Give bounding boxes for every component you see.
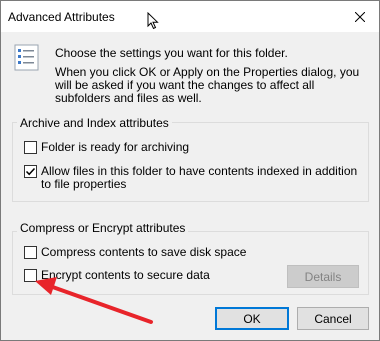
advanced-attributes-dialog: Advanced Attributes Choose the settings …: [0, 0, 380, 341]
annotation-arrow-icon: [35, 277, 153, 324]
